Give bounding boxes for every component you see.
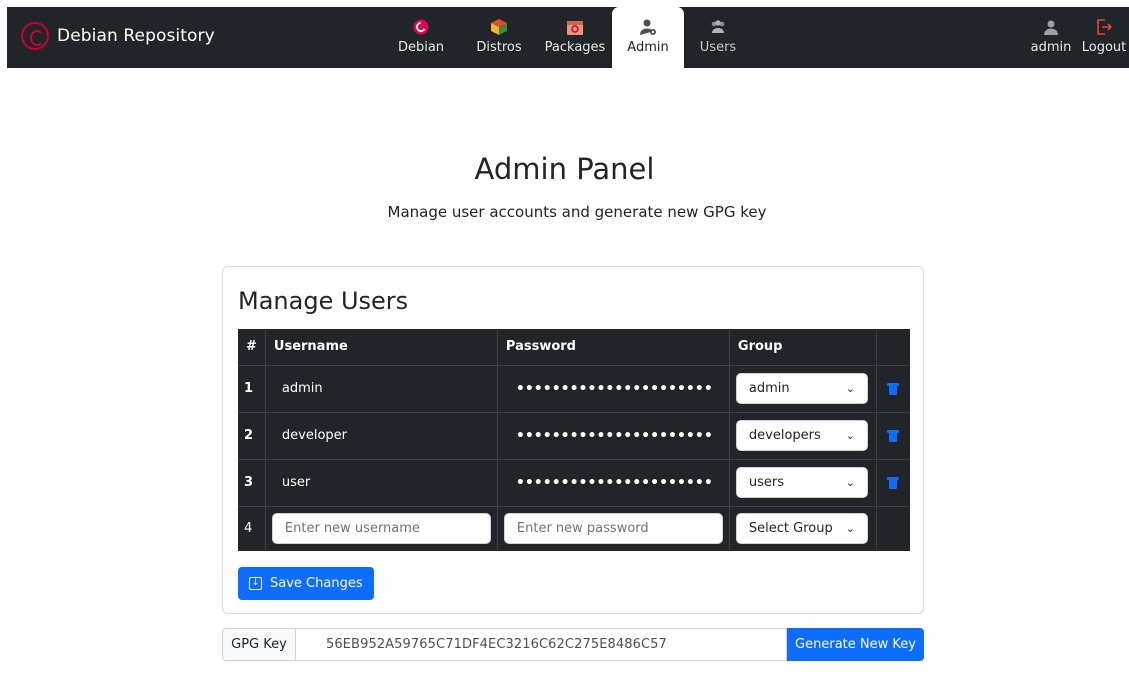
table-row: 3 user •••••••••••••••••••••• users ⌄	[238, 459, 910, 507]
gpg-key-group: GPG Key 56EB952A59765C71DF4EC3216C62C275…	[222, 628, 924, 661]
column-header-num: #	[238, 329, 266, 366]
nav-item-admin[interactable]: Admin	[612, 7, 684, 68]
table-header-row: # Username Password Group	[238, 329, 910, 366]
group-cell: admin ⌄	[729, 365, 878, 413]
trash-icon[interactable]	[887, 429, 900, 442]
logout-button[interactable]: Logout	[1079, 7, 1129, 68]
nav-item-packages[interactable]: Packages	[541, 7, 609, 68]
empty-cell	[877, 506, 910, 551]
password-cell[interactable]: ••••••••••••••••••••••	[497, 412, 730, 460]
new-username-cell	[265, 506, 498, 551]
save-icon: ↓	[249, 577, 262, 590]
group-select-value: developers	[748, 428, 821, 443]
chevron-down-icon: ⌄	[845, 382, 855, 395]
password-value: ••••••••••••••••••••••	[515, 380, 713, 397]
users-icon	[708, 17, 728, 37]
package-icon	[565, 17, 585, 37]
group-select-value: users	[748, 475, 785, 490]
nav-label-users: Users	[699, 40, 737, 55]
row-number: 3	[238, 459, 266, 507]
nav-label-logout: Logout	[1081, 40, 1127, 55]
delete-cell	[876, 412, 910, 460]
group-select[interactable]: developers ⌄	[735, 420, 868, 451]
nav-label-distros: Distros	[476, 40, 522, 55]
row-number: 4	[238, 506, 266, 551]
row-number: 2	[238, 412, 266, 460]
admin-user-icon	[638, 17, 658, 37]
gpg-key-label: GPG Key	[222, 628, 296, 661]
group-select[interactable]: admin ⌄	[735, 373, 868, 404]
chevron-down-icon: ⌄	[845, 476, 855, 489]
gpg-key-value: 56EB952A59765C71DF4EC3216C62C275E8486C57	[296, 628, 787, 661]
delete-cell	[876, 365, 910, 413]
nav-label-debian: Debian	[397, 40, 445, 55]
new-group-cell: Select Group ⌄	[729, 506, 878, 551]
nav-label-packages: Packages	[544, 40, 606, 55]
nav-label-user: admin	[1030, 40, 1072, 55]
brand[interactable]: Debian Repository	[21, 22, 215, 50]
nav-item-debian[interactable]: Debian	[396, 7, 446, 68]
logout-icon	[1094, 17, 1114, 37]
group-select[interactable]: users ⌄	[735, 467, 868, 498]
password-cell[interactable]: ••••••••••••••••••••••	[497, 459, 730, 507]
save-changes-button[interactable]: ↓ Save Changes	[238, 567, 374, 600]
nav-label-admin: Admin	[627, 40, 669, 55]
trash-icon[interactable]	[887, 476, 900, 489]
row-number: 1	[238, 365, 266, 413]
password-value: ••••••••••••••••••••••	[515, 474, 713, 491]
nav-item-users[interactable]: Users	[695, 7, 741, 68]
new-password-input[interactable]	[503, 513, 723, 545]
chevron-down-icon: ⌄	[845, 429, 855, 442]
new-username-input[interactable]	[271, 513, 491, 545]
new-password-cell	[497, 506, 730, 551]
group-cell: developers ⌄	[729, 412, 878, 460]
username-cell[interactable]: user	[265, 459, 498, 507]
new-user-row: 4 Select Group ⌄	[238, 506, 910, 551]
trash-icon[interactable]	[887, 382, 900, 395]
nav-item-distros[interactable]: Distros	[471, 7, 527, 68]
password-cell[interactable]: ••••••••••••••••••••••	[497, 365, 730, 413]
box-icon	[489, 17, 509, 37]
group-cell: users ⌄	[729, 459, 878, 507]
page-title: Admin Panel	[474, 152, 655, 186]
username-cell[interactable]: developer	[265, 412, 498, 460]
delete-cell	[876, 459, 910, 507]
brand-name: Debian Repository	[57, 26, 215, 46]
debian-swirl-icon	[411, 17, 431, 37]
table-row: 2 developer •••••••••••••••••••••• devel…	[238, 412, 910, 460]
navbar: Debian Repository Debian Distros Package…	[7, 7, 1129, 68]
chevron-down-icon: ⌄	[845, 522, 855, 536]
table-row: 1 admin •••••••••••••••••••••• admin ⌄	[238, 365, 910, 413]
manage-users-title: Manage Users	[238, 287, 409, 315]
column-header-password: Password	[497, 329, 730, 366]
manage-users-card: Manage Users # Username Password Group 1…	[222, 266, 924, 614]
user-icon	[1041, 17, 1061, 37]
debian-logo-icon	[21, 22, 49, 50]
save-changes-label: Save Changes	[270, 576, 363, 591]
column-header-username: Username	[265, 329, 498, 366]
generate-new-key-button[interactable]: Generate New Key	[787, 628, 924, 661]
column-header-group: Group	[729, 329, 878, 366]
page-subtitle: Manage user accounts and generate new GP…	[387, 203, 767, 221]
new-group-select-placeholder: Select Group	[748, 521, 833, 537]
username-cell[interactable]: admin	[265, 365, 498, 413]
nav-user-admin[interactable]: admin	[1029, 7, 1073, 68]
password-value: ••••••••••••••••••••••	[515, 427, 713, 444]
column-header-actions	[876, 329, 910, 366]
users-table: # Username Password Group 1 admin ••••••…	[238, 329, 910, 551]
new-group-select[interactable]: Select Group ⌄	[735, 513, 868, 545]
group-select-value: admin	[748, 381, 790, 396]
